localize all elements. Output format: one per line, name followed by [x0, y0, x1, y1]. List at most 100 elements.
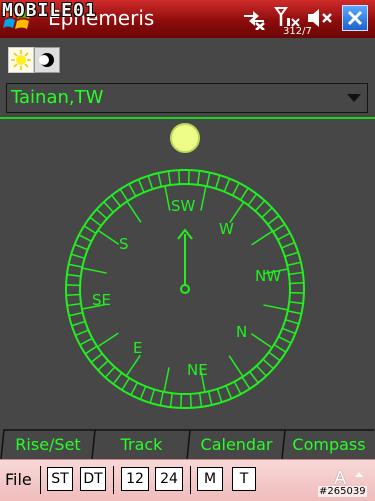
compass-spoke — [251, 334, 271, 347]
dt-button[interactable]: DT — [80, 467, 106, 491]
compass-dial: SW W NW N NE E SE S — [0, 119, 375, 429]
signal-icon[interactable] — [274, 6, 300, 28]
compass-tick — [285, 252, 298, 256]
sun-direction-needle — [178, 230, 192, 293]
compass-tick — [67, 274, 81, 276]
compass-tick — [112, 195, 121, 206]
compass-tick — [139, 179, 144, 192]
status-text: 312/7 — [283, 26, 312, 37]
compass-tick — [170, 393, 172, 407]
tab-track[interactable]: Track — [94, 429, 189, 459]
compass-tick — [80, 338, 92, 345]
chevron-up-icon[interactable] — [355, 472, 363, 477]
compass-tick — [216, 175, 220, 188]
tab-calendar[interactable]: Calendar — [189, 429, 284, 459]
compass-tick — [179, 170, 180, 184]
direction-label-se: SE — [92, 291, 111, 309]
moon-icon — [35, 48, 59, 72]
close-button[interactable] — [342, 5, 368, 31]
compass-tick — [148, 176, 152, 189]
compass-tick — [274, 345, 286, 352]
compass-spoke — [127, 355, 140, 375]
compass-tick — [285, 320, 298, 324]
toolbar-divider — [40, 466, 41, 494]
compass-tick — [198, 171, 200, 185]
compass-tick — [72, 321, 85, 325]
toolbar-divider — [190, 466, 191, 494]
12-hour-button[interactable]: 12 — [121, 467, 149, 491]
t-button[interactable]: T — [232, 467, 256, 491]
compass-spoke — [165, 187, 170, 211]
m-button[interactable]: M — [197, 467, 223, 491]
compass-tick — [200, 393, 202, 407]
compass-tick — [241, 188, 248, 200]
close-icon — [347, 10, 363, 26]
compass-tick — [224, 179, 229, 192]
compass-tick — [288, 311, 302, 314]
direction-label-sw: SW — [171, 197, 196, 215]
compass-tick — [140, 386, 145, 399]
tab-compass[interactable]: Compass — [284, 429, 374, 459]
compass-tick — [75, 330, 88, 335]
title-bar: Ephemeris MOBILE01 312/7 — [0, 0, 375, 38]
compass-tick — [289, 302, 303, 304]
compass-tick — [150, 389, 154, 402]
watermark: MOBILE01 — [2, 0, 97, 21]
compass-tick — [67, 304, 81, 306]
compass-tick — [282, 328, 295, 333]
compass-tick — [282, 243, 295, 248]
sun-position-marker — [171, 124, 199, 152]
compass-spoke — [229, 356, 242, 376]
tab-rise-set[interactable]: Rise/Set — [2, 429, 94, 459]
compass-tick — [160, 392, 163, 406]
sun-mode-button[interactable] — [8, 47, 34, 73]
compass-tick — [250, 372, 259, 383]
compass-tick — [120, 189, 128, 201]
compass-tick — [268, 216, 279, 225]
compass-tick — [122, 378, 129, 390]
compass-spoke — [98, 333, 118, 346]
compass-tick — [79, 235, 91, 241]
compass-tick — [85, 346, 97, 354]
compass-tick — [255, 201, 264, 211]
compass-tick — [97, 209, 107, 218]
compass-tick — [278, 233, 290, 240]
compass-tick — [90, 217, 101, 225]
connectivity-icon[interactable] — [241, 6, 267, 30]
compass-tick — [71, 254, 84, 258]
direction-label-w: W — [219, 220, 234, 238]
compass-tick — [168, 171, 170, 185]
compass-spoke — [252, 232, 272, 245]
compass-spoke — [164, 367, 169, 391]
compass-tick — [209, 391, 212, 405]
location-select[interactable]: Tainan,TW — [6, 83, 368, 113]
compass-tick — [289, 272, 303, 274]
st-button[interactable]: ST — [47, 467, 73, 491]
compass-tick — [248, 194, 256, 205]
compass-tick — [84, 226, 96, 233]
compass-tick — [257, 366, 267, 376]
direction-label-s: S — [119, 235, 129, 253]
toolbar-divider — [113, 466, 114, 494]
moon-mode-button[interactable] — [34, 47, 60, 73]
compass-tick — [129, 184, 136, 196]
compass-tick — [66, 294, 80, 295]
compass-spoke — [201, 187, 206, 211]
compass-tick — [217, 389, 221, 402]
compass-inner-ring — [80, 184, 290, 394]
compass-spoke — [263, 305, 287, 310]
compass-tick — [233, 183, 239, 195]
compass-tick — [104, 202, 114, 212]
compass-tick — [131, 383, 137, 395]
compass-tick — [242, 377, 250, 389]
sun-icon — [9, 48, 33, 72]
compass-tick — [190, 394, 191, 408]
image-id-label: #265039 — [318, 486, 367, 497]
file-menu[interactable]: File — [5, 470, 32, 489]
compass-tick — [207, 173, 210, 187]
compass-tick — [279, 337, 291, 343]
compass-tick — [262, 208, 272, 218]
24-hour-button[interactable]: 24 — [155, 467, 183, 491]
compass-tick — [269, 352, 280, 360]
compass-spoke — [83, 268, 107, 273]
